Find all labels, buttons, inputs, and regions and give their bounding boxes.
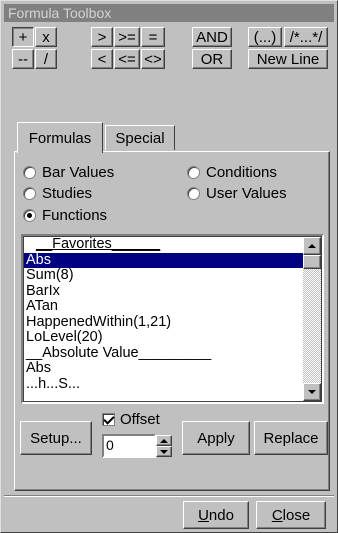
radio-studies-label: Studies [42,185,93,202]
formula-toolbox-window: Formula Toolbox + x > >= = AND (...) /*.… [0,0,338,533]
divider [4,495,334,497]
radio-button-icon [187,187,200,200]
radio-button-icon [187,166,200,179]
radio-conditions-label: Conditions [206,164,277,181]
arrow-down-icon [308,390,316,394]
scroll-up-button[interactable] [303,237,321,255]
function-list-items: __Favorites______ Abs Sum(8) BarIx ATan Happe… [24,236,306,393]
function-list[interactable]: __Favorites______ Abs Sum(8) BarIx ATan Happe… [21,234,324,404]
offset-checkbox[interactable]: Offset [102,411,160,428]
radio-button-icon [23,166,36,179]
parentheses-button[interactable]: (...) [248,27,282,47]
tab-special[interactable]: Special [105,125,175,150]
list-item[interactable]: Sum(8) [24,267,306,284]
window-title: Formula Toolbox [4,4,334,22]
tab-formulas[interactable]: Formulas [17,122,103,153]
list-item[interactable]: HappenedWithin(1,21) [24,314,306,331]
divide-button[interactable]: / [35,49,57,69]
undo-button[interactable]: Undo [183,501,249,529]
comment-button[interactable]: /*...*/ [284,27,328,47]
or-button[interactable]: OR [192,49,232,69]
minus-button[interactable]: -- [12,49,34,69]
access-key-letter: C [271,506,283,524]
arrow-up-icon [160,438,168,443]
multiply-button[interactable]: x [35,27,57,47]
list-item[interactable]: ATan [24,298,306,315]
list-item[interactable]: ...h...S... [24,376,306,393]
plus-button[interactable]: + [12,27,34,47]
radio-user-values[interactable]: User Values [187,185,287,202]
replace-button[interactable]: Replace [254,421,328,455]
arrow-up-icon [308,244,316,248]
radio-button-icon [23,187,36,200]
list-item[interactable]: __Absolute Value_________ [24,345,306,362]
offset-label: Offset [120,411,160,428]
spin-up-button[interactable] [156,435,172,446]
radio-studies[interactable]: Studies [23,185,92,202]
list-item[interactable]: BarIx [24,283,306,300]
greater-than-button[interactable]: > [91,27,113,47]
list-scrollbar[interactable] [303,237,321,401]
less-equal-button[interactable]: <= [114,49,140,69]
offset-input[interactable]: 0 [102,434,156,458]
list-item[interactable]: Abs [24,360,306,377]
equals-button[interactable]: = [141,27,165,47]
not-equal-button[interactable]: <> [141,49,165,69]
new-line-button[interactable]: New Line [248,49,328,69]
less-than-button[interactable]: < [91,49,113,69]
arrow-down-icon [160,449,168,454]
radio-conditions[interactable]: Conditions [187,164,277,181]
radio-user-values-label: User Values [206,185,287,202]
radio-button-checked-icon [23,209,36,222]
scroll-thumb[interactable] [303,255,321,269]
scroll-down-button[interactable] [303,383,321,401]
close-button[interactable]: Close [256,501,326,529]
undo-button-label: Undo [198,506,234,524]
radio-bar-values-label: Bar Values [42,164,115,181]
list-item[interactable]: __Favorites______ [24,236,306,253]
spin-down-button[interactable] [156,446,172,457]
list-item[interactable]: Abs [24,252,306,268]
greater-equal-button[interactable]: >= [114,27,140,47]
offset-spinner[interactable] [156,435,172,457]
radio-functions[interactable]: Functions [23,207,107,224]
setup-button[interactable]: Setup... [20,421,92,455]
and-button[interactable]: AND [192,27,232,47]
close-button-label: Close [271,506,311,524]
list-item[interactable]: LoLevel(20) [24,329,306,346]
radio-bar-values[interactable]: Bar Values [23,164,114,181]
apply-button[interactable]: Apply [182,421,250,455]
access-key-letter: U [198,506,209,524]
radio-functions-label: Functions [42,207,108,224]
checkbox-checked-icon [102,413,115,426]
